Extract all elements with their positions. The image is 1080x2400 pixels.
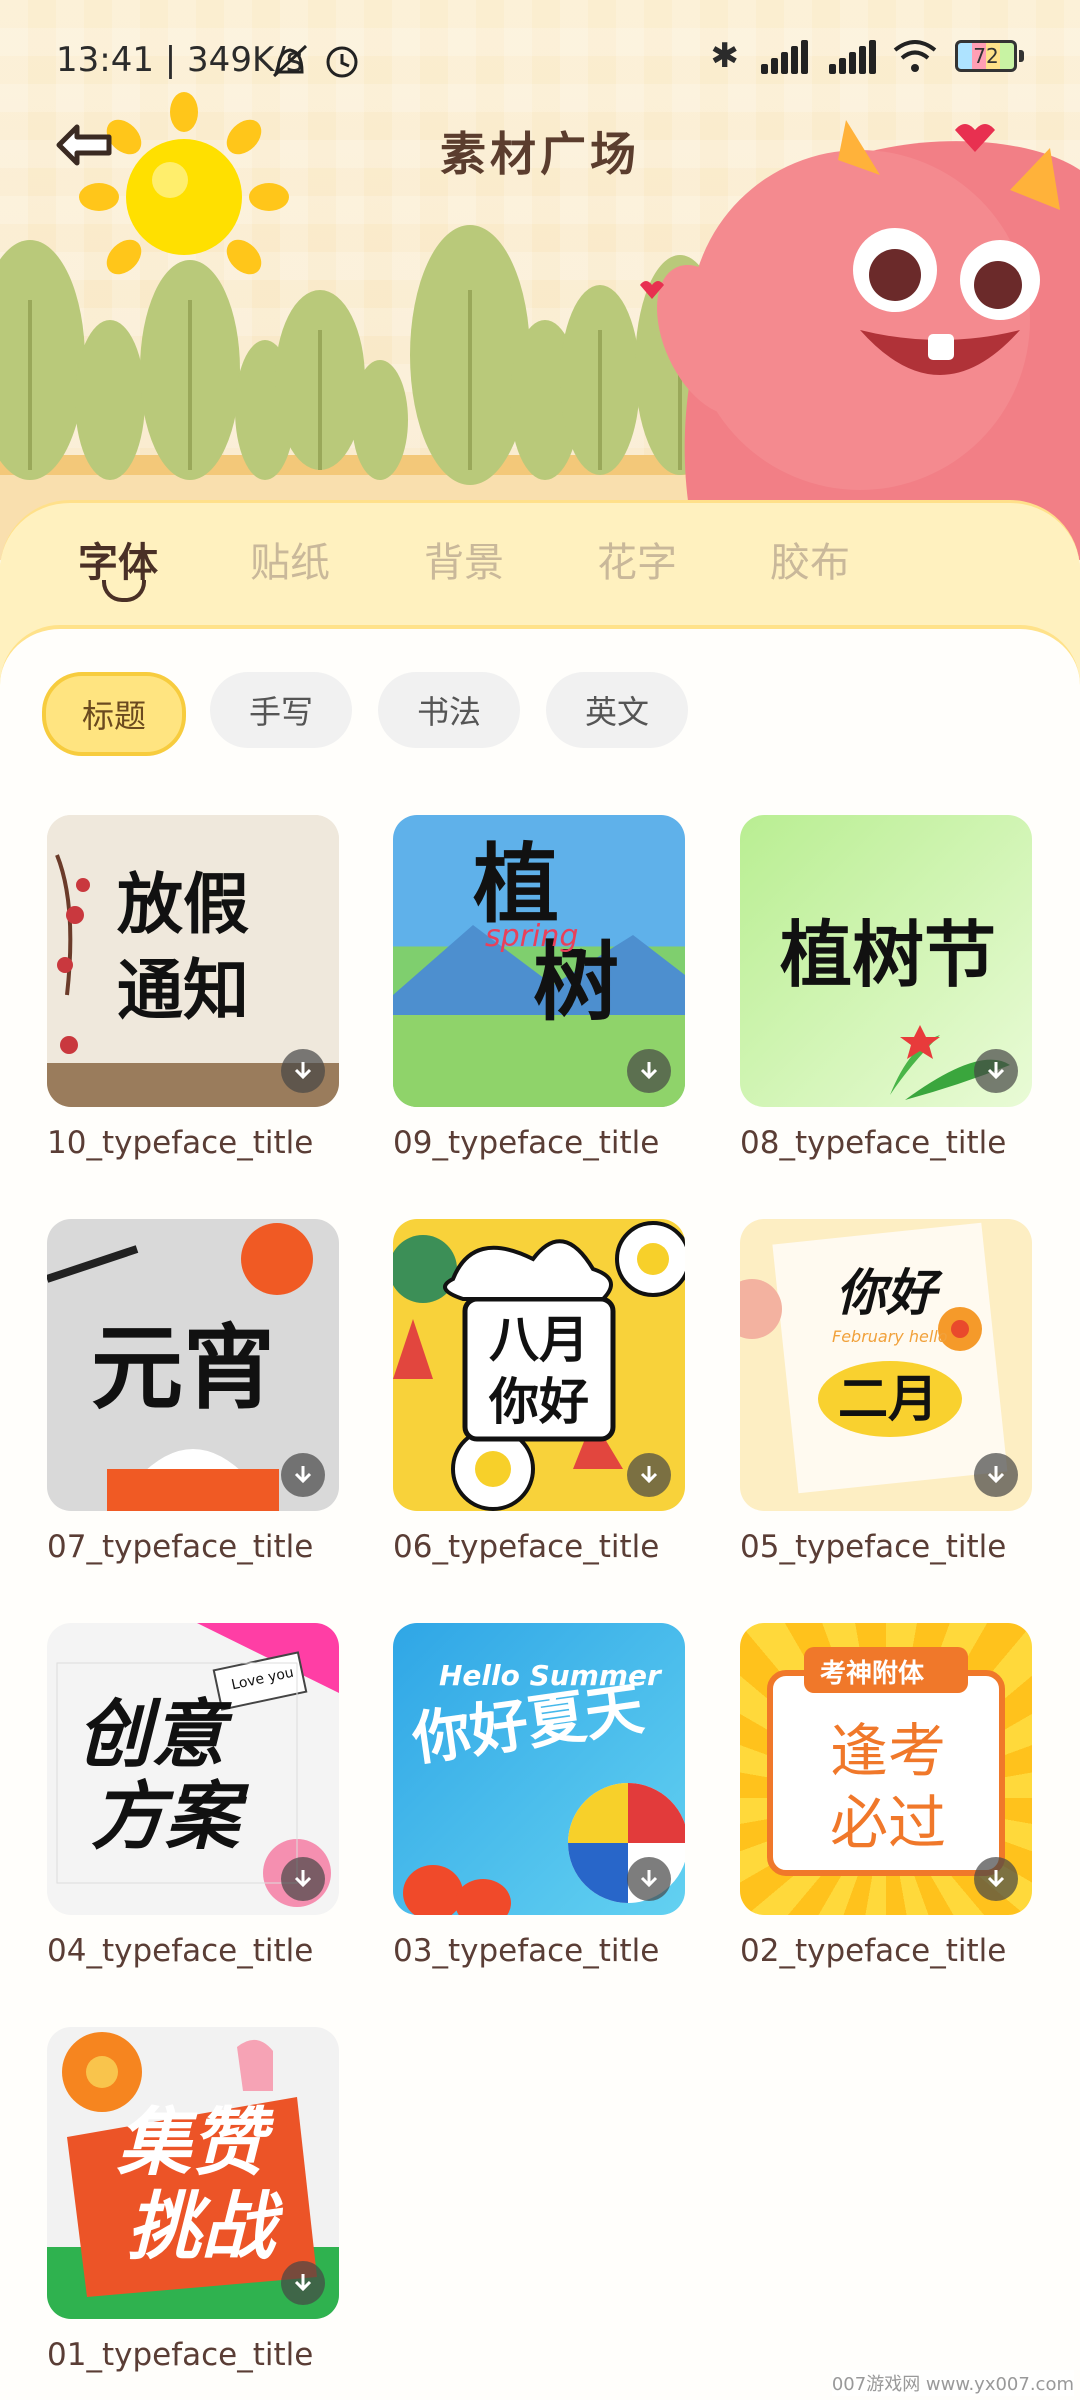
watermark: 007游戏网 www.yx007.com xyxy=(831,2370,1074,2396)
status-time: 13:41 | 349K/s xyxy=(56,40,304,80)
card-art-text: 你好 xyxy=(489,1373,589,1431)
download-icon[interactable] xyxy=(974,1049,1018,1093)
card-art-text: 创意 xyxy=(77,1692,225,1778)
download-icon[interactable] xyxy=(974,1857,1018,1901)
signal-icon-2 xyxy=(825,38,876,74)
battery-icon: 72 xyxy=(955,40,1024,72)
download-icon[interactable] xyxy=(281,2261,325,2305)
tab-sticker[interactable]: 贴纸 xyxy=(250,530,330,588)
card-art-subtext: February hello xyxy=(832,1327,948,1346)
download-icon[interactable] xyxy=(974,1453,1018,1497)
font-card-label: 02_typeface_title xyxy=(740,1933,1007,1969)
font-card-07[interactable]: 元宵 xyxy=(47,1219,339,1511)
card-art-text: 元宵 xyxy=(91,1315,276,1422)
font-card-01[interactable]: 集赞 挑战 xyxy=(47,2027,339,2319)
font-card-label: 07_typeface_title xyxy=(47,1529,314,1565)
font-card-05[interactable]: 你好 二月 February hello xyxy=(740,1219,1032,1511)
card-art-text: 放假 xyxy=(117,866,249,943)
app-root: 13:41 | 349K/s ✱ 72 素材广场 字体 贴纸 背景 花字 胶布 xyxy=(0,0,1080,2400)
status-right: ✱ 72 xyxy=(710,36,1024,76)
card-art-text: 八月 xyxy=(489,1311,589,1369)
font-card-label: 10_typeface_title xyxy=(47,1125,314,1161)
download-icon[interactable] xyxy=(281,1453,325,1497)
font-card-label: 04_typeface_title xyxy=(47,1933,314,1969)
font-card-09[interactable]: 植 树 spring xyxy=(393,815,685,1107)
card-art-text: 方案 xyxy=(91,1774,239,1860)
card-art-text: 通知 xyxy=(117,952,249,1029)
font-card-label: 03_typeface_title xyxy=(393,1933,660,1969)
mute-alarm-icons xyxy=(272,44,358,78)
card-art-text: 必过 xyxy=(830,1789,947,1857)
card-art-text: 挑战 xyxy=(127,2184,275,2270)
wifi-icon xyxy=(893,40,937,72)
card-art-text: 二月 xyxy=(838,1370,938,1428)
card-art-text: 植树节 xyxy=(780,913,997,997)
download-icon[interactable] xyxy=(627,1049,671,1093)
card-art-text: 集赞 xyxy=(117,2100,265,2186)
font-card-label: 08_typeface_title xyxy=(740,1125,1007,1161)
header-banner: 13:41 | 349K/s ✱ 72 素材广场 xyxy=(0,0,1080,560)
download-icon[interactable] xyxy=(627,1453,671,1497)
signal-icon xyxy=(757,38,808,74)
font-card-03[interactable]: Hello Summer 你好夏天 xyxy=(393,1623,685,1915)
font-card-02[interactable]: 考神附体 逢考 必过 xyxy=(740,1623,1032,1915)
card-art-subtext: 考神附体 xyxy=(820,1659,925,1689)
card-art-text: 你好 xyxy=(836,1264,936,1322)
battery-level: 72 xyxy=(955,40,1017,72)
card-art-text: 逢考 xyxy=(830,1717,947,1785)
font-card-label: 05_typeface_title xyxy=(740,1529,1007,1565)
page-title: 素材广场 xyxy=(440,127,640,181)
font-card-06[interactable]: 八月 你好 xyxy=(393,1219,685,1511)
status-bar: 13:41 | 349K/s ✱ 72 xyxy=(0,0,1080,120)
monster-illustration xyxy=(640,120,1080,560)
font-card-08[interactable]: 植树节 xyxy=(740,815,1032,1107)
bluetooth-icon: ✱ xyxy=(710,36,740,76)
card-art-subtext: spring xyxy=(485,919,579,954)
filter-chip-calligraphy[interactable]: 书法 xyxy=(378,672,520,748)
download-icon[interactable] xyxy=(627,1857,671,1901)
font-card-label: 01_typeface_title xyxy=(47,2337,314,2373)
tab-background[interactable]: 背景 xyxy=(424,530,504,588)
font-card-04[interactable]: 创意 方案 Love you xyxy=(47,1623,339,1915)
filter-chip-english[interactable]: 英文 xyxy=(546,672,688,748)
download-icon[interactable] xyxy=(281,1049,325,1093)
tab-fancy-text[interactable]: 花字 xyxy=(597,530,677,588)
font-card-10[interactable]: 放假 通知 xyxy=(47,815,339,1107)
tab-tape[interactable]: 胶布 xyxy=(770,530,850,588)
download-icon[interactable] xyxy=(281,1857,325,1901)
font-card-label: 09_typeface_title xyxy=(393,1125,660,1161)
font-card-label: 06_typeface_title xyxy=(393,1529,660,1565)
filter-chip-handwriting[interactable]: 手写 xyxy=(210,672,352,748)
filter-chip-title[interactable]: 标题 xyxy=(42,672,186,756)
